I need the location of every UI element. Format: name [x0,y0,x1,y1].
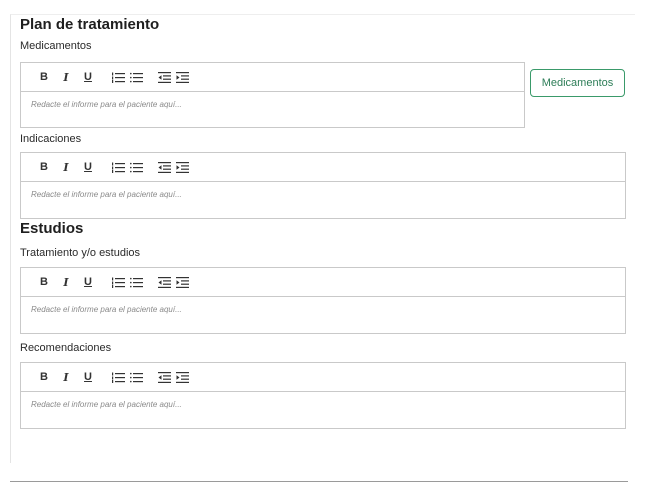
outdent-icon[interactable] [155,369,173,385]
ordered-list-icon[interactable] [109,274,127,290]
bullet-list-icon[interactable] [127,159,145,175]
indent-icon[interactable] [173,369,191,385]
editor-text-area[interactable]: Redacte el informe para el paciente aquí… [21,392,625,417]
editor-medicamentos: B I U Redacte el informe para el pacient… [20,62,525,128]
editor-text-area[interactable]: Redacte el informe para el paciente aquí… [21,92,524,117]
editor-toolbar: B I U [21,63,524,92]
italic-button[interactable]: I [55,274,77,290]
underline-button[interactable]: U [77,274,99,290]
underline-button[interactable]: U [77,69,99,85]
section-title-plan: Plan de tratamiento [20,16,160,33]
outdent-icon[interactable] [155,159,173,175]
indent-icon[interactable] [173,159,191,175]
bold-button[interactable]: B [33,369,55,385]
editor-tratamiento-estudios: B I U Redacte el informe para el pacient… [20,267,626,334]
bold-button[interactable]: B [33,69,55,85]
editor-text-area[interactable]: Redacte el informe para el paciente aquí… [21,297,625,322]
editor-recomendaciones: B I U Redacte el informe para el pacient… [20,362,626,429]
underline-button[interactable]: U [77,369,99,385]
indent-icon[interactable] [173,69,191,85]
bold-button[interactable]: B [33,274,55,290]
label-medicamentos: Medicamentos [20,40,92,52]
editor-toolbar: B I U [21,363,625,392]
section-title-estudios: Estudios [20,220,84,237]
bullet-list-icon[interactable] [127,274,145,290]
italic-button[interactable]: I [55,159,77,175]
ordered-list-icon[interactable] [109,159,127,175]
label-indicaciones: Indicaciones [20,133,82,145]
editor-toolbar: B I U [21,268,625,297]
indent-icon[interactable] [173,274,191,290]
underline-button[interactable]: U [77,159,99,175]
medicamentos-button[interactable]: Medicamentos [530,69,625,97]
editor-indicaciones: B I U Redacte el informe para el pacient… [20,152,626,219]
label-recomendaciones: Recomendaciones [20,342,112,354]
bullet-list-icon[interactable] [127,369,145,385]
bottom-divider [10,481,628,482]
editor-toolbar: B I U [21,153,625,182]
label-tratamiento-estudios: Tratamiento y/o estudios [20,247,141,259]
italic-button[interactable]: I [55,69,77,85]
bullet-list-icon[interactable] [127,69,145,85]
ordered-list-icon[interactable] [109,369,127,385]
outdent-icon[interactable] [155,69,173,85]
editor-text-area[interactable]: Redacte el informe para el paciente aquí… [21,182,625,207]
bold-button[interactable]: B [33,159,55,175]
outdent-icon[interactable] [155,274,173,290]
italic-button[interactable]: I [55,369,77,385]
ordered-list-icon[interactable] [109,69,127,85]
